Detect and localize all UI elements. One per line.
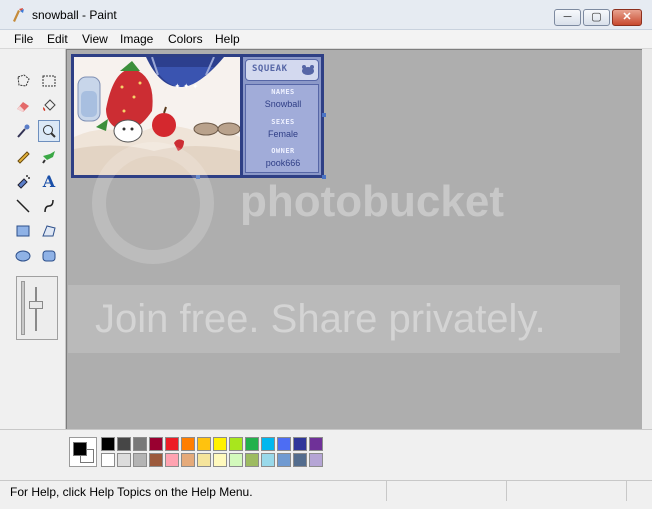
vertical-scrollbar[interactable] bbox=[642, 49, 652, 429]
title-bar: snowball - Paint ─ ▢ ✕ bbox=[0, 0, 652, 30]
palette-swatch[interactable] bbox=[197, 453, 211, 467]
color-palette bbox=[0, 429, 652, 480]
menu-colors[interactable]: Colors bbox=[168, 32, 203, 46]
palette-swatch[interactable] bbox=[117, 453, 131, 467]
text-icon[interactable]: A bbox=[38, 170, 60, 192]
palette-swatch[interactable] bbox=[197, 437, 211, 451]
paint-app-icon bbox=[13, 8, 24, 22]
palette-swatch[interactable] bbox=[293, 453, 307, 467]
mouse-icon bbox=[302, 65, 314, 75]
fill-icon[interactable] bbox=[38, 95, 60, 117]
rect-select-icon[interactable] bbox=[38, 70, 60, 92]
pet-scene-image: ✦ ✦ ✦ bbox=[74, 57, 240, 175]
free-form-select-icon[interactable] bbox=[12, 70, 34, 92]
palette-swatch[interactable] bbox=[149, 453, 163, 467]
resize-handle-right[interactable] bbox=[322, 113, 326, 117]
palette-swatch[interactable] bbox=[165, 437, 179, 451]
zoom-slider-track bbox=[35, 287, 37, 331]
status-bar: For Help, click Help Topics on the Help … bbox=[0, 480, 652, 509]
palette-swatch[interactable] bbox=[245, 453, 259, 467]
brush-icon[interactable] bbox=[38, 145, 60, 167]
resize-handle-corner[interactable] bbox=[322, 175, 326, 179]
palette-swatch[interactable] bbox=[117, 437, 131, 451]
palette-swatch[interactable] bbox=[229, 453, 243, 467]
profile-panel: SQUEAK NAMES Snowball SEXES Female OWNER… bbox=[243, 57, 321, 175]
owner-value: pook666 bbox=[265, 158, 301, 168]
window-title: snowball - Paint bbox=[32, 8, 117, 22]
status-text: For Help, click Help Topics on the Help … bbox=[10, 485, 253, 499]
palette-swatch[interactable] bbox=[133, 437, 147, 451]
status-separator bbox=[386, 481, 387, 501]
palette-swatch[interactable] bbox=[181, 453, 195, 467]
palette-swatch[interactable] bbox=[309, 437, 323, 451]
resize-handle-bottom[interactable] bbox=[196, 175, 200, 179]
status-separator bbox=[626, 481, 627, 501]
palette-swatch[interactable] bbox=[165, 453, 179, 467]
magnifier-icon[interactable] bbox=[38, 120, 60, 142]
palette-swatch[interactable] bbox=[213, 453, 227, 467]
status-separator bbox=[506, 481, 507, 501]
color-picker-icon[interactable] bbox=[12, 120, 34, 142]
palette-swatch[interactable] bbox=[101, 453, 115, 467]
palette-swatch[interactable] bbox=[277, 437, 291, 451]
menu-view[interactable]: View bbox=[82, 32, 108, 46]
menu-edit[interactable]: Edit bbox=[47, 32, 68, 46]
palette-swatch[interactable] bbox=[213, 437, 227, 451]
curve-icon[interactable] bbox=[38, 195, 60, 217]
minimize-button[interactable]: ─ bbox=[554, 9, 581, 26]
name-label: NAMES bbox=[271, 88, 295, 96]
close-button[interactable]: ✕ bbox=[612, 9, 642, 26]
palette-swatch[interactable] bbox=[293, 437, 307, 451]
palette-swatch[interactable] bbox=[149, 437, 163, 451]
line-icon[interactable] bbox=[12, 195, 34, 217]
polygon-icon[interactable] bbox=[38, 220, 60, 242]
eraser-icon[interactable] bbox=[12, 95, 34, 117]
tool-options-box[interactable] bbox=[16, 276, 58, 340]
owner-label: OWNER bbox=[271, 147, 295, 155]
squeak-title: SQUEAK bbox=[252, 64, 288, 74]
palette-swatch[interactable] bbox=[245, 437, 259, 451]
menu-image[interactable]: Image bbox=[120, 32, 153, 46]
palette-swatch[interactable] bbox=[101, 437, 115, 451]
palette-swatch[interactable] bbox=[229, 437, 243, 451]
profile-details: NAMES Snowball SEXES Female OWNER pook66… bbox=[245, 84, 319, 173]
palette-swatch[interactable] bbox=[261, 453, 275, 467]
airbrush-icon[interactable] bbox=[12, 170, 34, 192]
palette-swatch[interactable] bbox=[133, 453, 147, 467]
menu-file[interactable]: File bbox=[14, 32, 33, 46]
palette-swatch[interactable] bbox=[309, 453, 323, 467]
menu-bar: File Edit View Image Colors Help bbox=[0, 30, 652, 49]
sex-label: SEXES bbox=[271, 118, 295, 126]
palette-swatch[interactable] bbox=[277, 453, 291, 467]
ellipse-icon[interactable] bbox=[12, 245, 34, 267]
foreground-color-swatch[interactable] bbox=[73, 442, 87, 456]
zoom-track bbox=[21, 281, 25, 335]
canvas-image[interactable]: ✦ ✦ ✦ SQUEAK NAMES Snowball SEXES Female… bbox=[71, 54, 324, 178]
svg-text:✦ ✦ ✦: ✦ ✦ ✦ bbox=[174, 82, 199, 91]
menu-help[interactable]: Help bbox=[215, 32, 240, 46]
name-value: Snowball bbox=[264, 99, 302, 109]
zoom-slider-handle[interactable] bbox=[29, 301, 43, 309]
toolbox: A bbox=[0, 49, 66, 429]
rounded-rectangle-icon[interactable] bbox=[38, 245, 60, 267]
palette-swatch[interactable] bbox=[261, 437, 275, 451]
maximize-button[interactable]: ▢ bbox=[583, 9, 610, 26]
rectangle-icon[interactable] bbox=[12, 220, 34, 242]
palette-swatch[interactable] bbox=[181, 437, 195, 451]
sex-value: Female bbox=[267, 129, 298, 139]
pencil-icon[interactable] bbox=[12, 145, 34, 167]
current-colors[interactable] bbox=[69, 437, 97, 467]
squeak-banner: SQUEAK bbox=[245, 59, 319, 81]
